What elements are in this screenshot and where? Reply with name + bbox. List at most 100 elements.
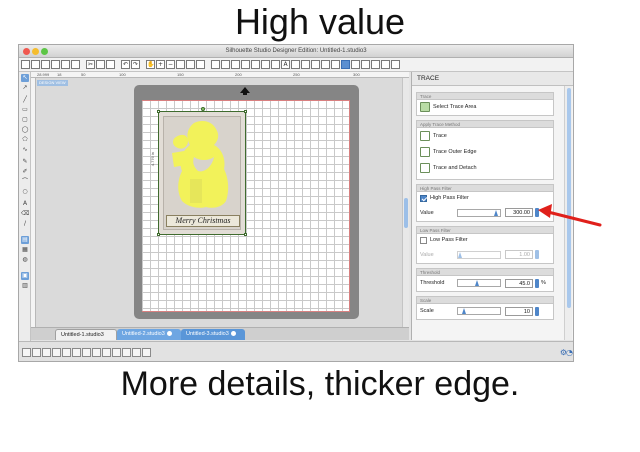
circle-tool-icon[interactable]: ○ [21,188,29,196]
traced-image[interactable]: 4.776 in Merry Christmas [150,107,247,236]
eraser-tool-icon[interactable]: ⌫ [21,210,29,218]
trace-button[interactable]: Trace [433,131,447,141]
rounded-rectangle-tool-icon[interactable]: ▢ [21,116,29,124]
resize-handle[interactable] [157,233,160,236]
close-tab-icon[interactable] [166,331,172,337]
replicate-icon[interactable] [241,60,250,69]
rotate-handle[interactable] [201,107,205,111]
copy-icon[interactable] [96,60,105,69]
close-tab-icon[interactable] [230,331,236,337]
align-icon[interactable] [231,60,240,69]
undo-icon[interactable]: ↶ [121,60,130,69]
page-setup-icon[interactable] [211,60,220,69]
scale-slider[interactable] [457,307,501,315]
trace-method-icon[interactable] [420,131,430,141]
low-pass-value-slider[interactable] [457,251,501,259]
slider-knob[interactable] [458,252,462,258]
select-trace-area-icon[interactable] [420,102,430,112]
print-icon[interactable] [61,60,70,69]
document-tab[interactable]: Untitled-3.studio3 [181,329,245,340]
trace-shortcut-icon[interactable] [142,348,151,357]
knife-icon[interactable] [361,60,370,69]
slider-knob[interactable] [494,210,498,216]
scale-input[interactable]: 10 [505,307,533,316]
new-document-icon[interactable] [21,60,30,69]
send-backward-icon[interactable] [62,348,71,357]
weld-icon[interactable] [92,348,101,357]
zoom-fit-icon[interactable] [176,60,185,69]
freehand-tool-icon[interactable]: ✎ [21,158,29,166]
zoom-page-icon[interactable] [196,60,205,69]
point-edit-icon[interactable]: ↗ [21,84,29,92]
zoom-drag-icon[interactable] [186,60,195,69]
trace-outer-edge-button[interactable]: Trace Outer Edge [433,147,477,157]
slider-knob[interactable] [475,280,479,286]
store-icon[interactable] [371,60,380,69]
polygon-tool-icon[interactable]: ⬠ [21,136,29,144]
document-tab[interactable]: Untitled-1.studio3 [55,329,117,340]
line-style-icon[interactable] [331,60,340,69]
trace-and-detach-icon[interactable] [420,163,430,173]
high-pass-value-input[interactable]: 300.00 [505,208,533,217]
cut-settings-icon[interactable] [351,60,360,69]
curve-tool-icon[interactable]: ∿ [21,146,29,154]
make-compound-icon[interactable] [72,348,81,357]
fill-color-icon[interactable] [291,60,300,69]
line-icon[interactable] [132,348,141,357]
redo-icon[interactable]: ↷ [131,60,140,69]
library-icon[interactable] [41,60,50,69]
design-view-icon[interactable]: ▣ [21,272,29,280]
transform-icon[interactable] [251,60,260,69]
trace-icon[interactable] [341,60,350,69]
workspace-vertical-scrollbar[interactable] [402,78,409,340]
resize-handle[interactable] [244,110,247,113]
knife-tool-icon[interactable]: / [21,220,29,228]
send-cut-icon[interactable] [71,60,80,69]
cut-icon[interactable]: ✂ [86,60,95,69]
grid-icon[interactable] [221,60,230,69]
rectangle-tool-icon[interactable]: ▭ [21,106,29,114]
resize-handle[interactable] [244,233,247,236]
pan-tool-icon[interactable]: ✋ [146,60,155,69]
save-icon[interactable] [51,60,60,69]
arc-tool-icon[interactable]: ⌒ [21,178,29,186]
threshold-slider[interactable] [457,279,501,287]
fill-gradient-icon[interactable] [301,60,310,69]
resize-handle[interactable] [157,110,160,113]
offset-icon[interactable] [271,60,280,69]
select-trace-area-button[interactable]: Select Trace Area [433,102,476,112]
select-tool-icon[interactable]: ↖ [21,74,29,82]
zoom-out-icon[interactable]: − [166,60,175,69]
scrollbar-thumb[interactable] [404,198,408,228]
bring-forward-icon[interactable] [52,348,61,357]
threshold-stepper[interactable] [535,279,539,288]
high-pass-value-slider[interactable] [457,209,501,217]
modify-icon[interactable] [261,60,270,69]
library-panel-icon[interactable]: ▤ [21,236,29,244]
shape-icon[interactable] [112,348,121,357]
scale-stepper[interactable] [535,307,539,316]
zoom-in-icon[interactable]: + [156,60,165,69]
low-pass-value-stepper[interactable] [535,250,539,259]
document-tab[interactable]: Untitled-2.studio3 [117,329,181,340]
globe-icon[interactable]: ◍ [21,256,29,264]
design-workspace[interactable]: 28.999 18 50 100 150 200 250 300 DESIGN … [31,72,409,340]
low-pass-filter-checkbox[interactable] [420,237,427,244]
low-pass-value-input[interactable]: 1.00 [505,250,533,259]
trace-outer-edge-icon[interactable] [420,147,430,157]
fill-icon[interactable] [122,348,131,357]
threshold-input[interactable]: 45.0 [505,279,533,288]
release-compound-icon[interactable] [82,348,91,357]
paste-icon[interactable] [106,60,115,69]
text-style-icon[interactable]: A [281,60,290,69]
open-document-icon[interactable] [31,60,40,69]
mat-grid[interactable]: 4.776 in Merry Christmas [142,100,350,312]
fill-pattern-icon[interactable] [311,60,320,69]
scrollbar-thumb[interactable] [567,88,571,308]
help-icon[interactable]: ◔ [566,348,573,357]
ellipse-tool-icon[interactable]: ◯ [21,126,29,134]
offset-icon[interactable] [102,348,111,357]
ungroup-icon[interactable] [32,348,41,357]
send-to-silhouette-icon[interactable] [381,60,390,69]
store-panel-icon[interactable]: ▦ [21,246,29,254]
